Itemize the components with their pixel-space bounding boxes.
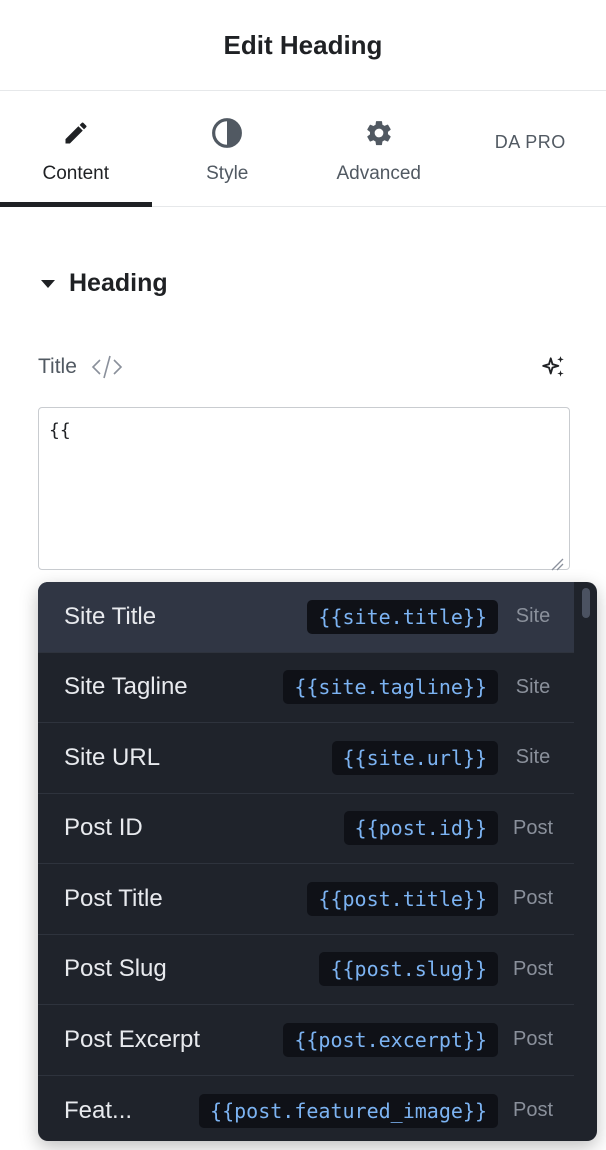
dropdown-item-label: Post Excerpt	[64, 1025, 201, 1053]
dropdown-item-token: {{post.slug}}	[319, 952, 498, 987]
dropdown-item-category: Site	[515, 605, 551, 628]
dropdown-scrollbar[interactable]	[582, 588, 590, 618]
dropdown-item-token: {{post.id}}	[343, 811, 498, 846]
tab-content[interactable]: Content	[0, 91, 152, 207]
panel-title: Edit Heading	[223, 29, 383, 60]
pencil-icon	[59, 116, 93, 150]
heading-section: Heading Title {{	[0, 269, 606, 575]
dynamic-tag-dropdown: Site Title {{site.title}} Site Site Tagl…	[38, 582, 597, 1141]
tab-style-label: Style	[206, 163, 249, 184]
resize-handle-icon[interactable]	[550, 557, 564, 571]
dropdown-item-category: Post	[512, 957, 554, 980]
dropdown-item-category: Site	[515, 675, 551, 698]
dropdown-item-label: Feat...	[64, 1096, 133, 1124]
ai-sparkle-icon[interactable]	[540, 353, 568, 381]
dropdown-item-label: Post Title	[64, 884, 163, 912]
dropdown-item[interactable]: Post Excerpt {{post.excerpt}} Post	[38, 1005, 574, 1076]
dropdown-item-token: {{site.url}}	[331, 740, 498, 775]
dropdown-item-token: {{post.featured_image}}	[199, 1093, 498, 1128]
dropdown-item-label: Site URL	[64, 743, 161, 771]
tab-da-pro-label: DA PRO	[494, 132, 566, 152]
panel-header: Edit Heading	[0, 0, 606, 91]
dropdown-item-category: Site	[515, 746, 551, 769]
dropdown-item-label: Post ID	[64, 814, 143, 842]
dropdown-item[interactable]: Feat... {{post.featured_image}} Post	[38, 1076, 574, 1142]
title-field-row: Title	[38, 353, 568, 381]
section-title: Heading	[69, 269, 168, 297]
dynamic-tags-icon[interactable]	[91, 353, 123, 381]
dropdown-item-token: {{site.tagline}}	[283, 670, 498, 705]
tab-advanced[interactable]: Advanced	[303, 91, 455, 206]
dropdown-item-label: Site Tagline	[64, 673, 188, 701]
tab-advanced-label: Advanced	[336, 163, 421, 184]
dropdown-item-token: {{post.title}}	[307, 881, 498, 916]
dropdown-item[interactable]: Post Slug {{post.slug}} Post	[38, 935, 574, 1005]
title-label: Title	[38, 355, 77, 378]
dropdown-item-token: {{site.title}}	[307, 599, 498, 634]
dropdown-item-label: Post Slug	[64, 955, 167, 983]
dropdown-item-label: Site Title	[64, 602, 157, 630]
title-textarea[interactable]: {{	[38, 407, 570, 570]
dropdown-item-category: Post	[512, 1099, 554, 1122]
tab-bar: Content Style Advanced DA PRO	[0, 91, 606, 207]
section-toggle[interactable]: Heading	[38, 269, 568, 298]
dropdown-item-category: Post	[512, 1028, 554, 1051]
dropdown-item[interactable]: Site Title {{site.title}} Site	[38, 582, 574, 653]
tab-style[interactable]: Style	[152, 91, 304, 206]
dropdown-item-token: {{post.excerpt}}	[283, 1022, 498, 1057]
dropdown-item-category: Post	[512, 887, 554, 910]
dropdown-item[interactable]: Post ID {{post.id}} Post	[38, 794, 574, 864]
gear-icon	[362, 116, 396, 150]
tab-da-pro[interactable]: DA PRO	[455, 91, 606, 206]
caret-down-icon	[41, 279, 55, 288]
half-circle-icon	[210, 116, 244, 150]
dropdown-item-category: Post	[512, 816, 554, 839]
dropdown-item[interactable]: Site Tagline {{site.tagline}} Site	[38, 653, 574, 723]
tab-content-label: Content	[42, 163, 110, 184]
dropdown-item[interactable]: Post Title {{post.title}} Post	[38, 864, 574, 935]
dropdown-item[interactable]: Site URL {{site.url}} Site	[38, 723, 574, 794]
